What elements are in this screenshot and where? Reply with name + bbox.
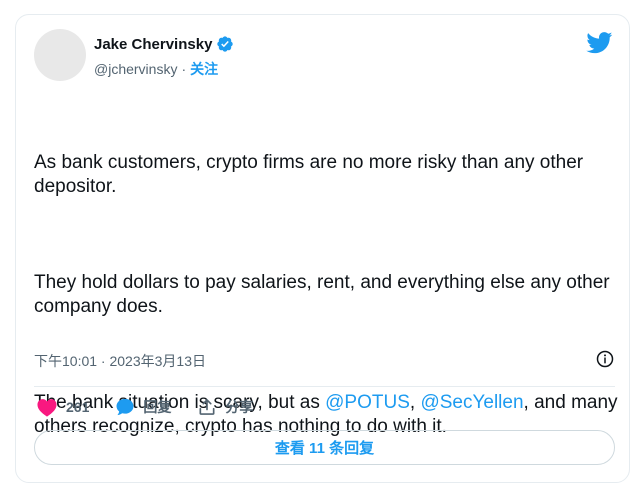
tweet-timestamp-row: 下午10:01 · 2023年3月13日 [34, 351, 206, 371]
author-name-row: Jake Chervinsky [94, 35, 234, 53]
follow-link[interactable]: 关注 [190, 59, 218, 79]
author-handle[interactable]: @jchervinsky [94, 61, 177, 77]
author-name[interactable]: Jake Chervinsky [94, 36, 212, 53]
tweet-text: , [409, 392, 421, 413]
view-replies-button[interactable]: 查看 11 条回复 [34, 430, 615, 465]
handle-row: @jchervinsky · 关注 [94, 59, 218, 79]
info-icon[interactable] [595, 349, 615, 369]
divider [34, 386, 615, 387]
tweet-card: Jake Chervinsky @jchervinsky · 关注 As ban… [15, 14, 630, 483]
verified-badge-icon [217, 36, 234, 52]
tweet-timestamp[interactable]: 下午10:01 · 2023年3月13日 [34, 351, 206, 371]
avatar[interactable] [34, 29, 86, 81]
twitter-bird-icon[interactable] [586, 32, 613, 54]
like-button[interactable]: 261 [36, 397, 89, 417]
tweet-actions: 261 回复 分享 [36, 397, 279, 417]
share-icon [199, 399, 215, 415]
tweet-paragraph: They hold dollars to pay salaries, rent,… [34, 272, 615, 317]
share-label: 分享 [225, 399, 254, 415]
like-count: 261 [66, 399, 90, 415]
share-button[interactable]: 分享 [197, 397, 253, 417]
mention-potus[interactable]: @POTUS [325, 392, 410, 413]
reply-button[interactable]: 回复 [115, 397, 171, 417]
view-replies-label: 查看 11 条回复 [274, 440, 375, 457]
reply-label: 回复 [143, 399, 172, 415]
speech-bubble-icon [116, 398, 134, 416]
handle-separator: · [181, 61, 187, 77]
tweet-paragraph: As bank customers, crypto firms are no m… [34, 152, 589, 197]
heart-icon [37, 399, 57, 417]
mention-secyellen[interactable]: @SecYellen [420, 392, 523, 413]
